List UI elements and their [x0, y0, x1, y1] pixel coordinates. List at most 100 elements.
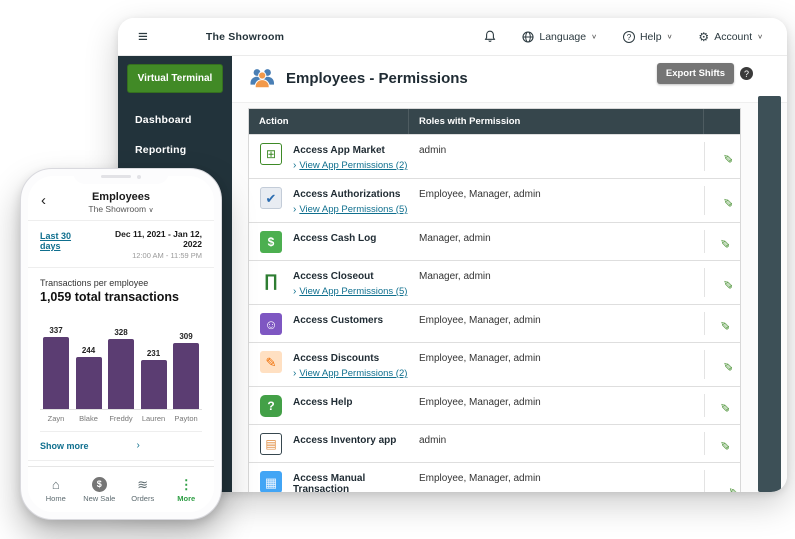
action-name: Access Customers [293, 312, 409, 326]
permissions-table: Action Roles with Permission ⊞ Access Ap… [248, 108, 741, 492]
vertical-scrollbar[interactable] [758, 96, 781, 492]
bar-chart: 337 244 328 231 [40, 314, 202, 410]
layers-icon: ≋ [137, 477, 148, 492]
edit-pencil-icon[interactable]: ✎ [710, 361, 735, 371]
roles-value: Manager, admin [409, 268, 704, 282]
bar-category-labels: Zayn Blake Freddy Lauren Payton [40, 410, 202, 432]
export-shifts-button[interactable]: Export Shifts [657, 63, 734, 84]
nav-item-more[interactable]: ⋮ More [166, 477, 206, 503]
bar-value: 328 [114, 328, 127, 337]
bar-label: Lauren [140, 414, 168, 423]
column-header-roles: Roles with Permission [409, 109, 704, 134]
cash-log-icon: $ [260, 231, 282, 253]
language-menu[interactable]: Language ∨ [522, 30, 597, 42]
chevron-right-icon: › [293, 160, 296, 171]
bar-value: 337 [49, 326, 62, 335]
view-app-permissions-link[interactable]: ›View App Permissions (2) [293, 160, 409, 171]
roles-value: Employee, Manager, admin [409, 394, 704, 408]
edit-pencil-icon[interactable]: ✎ [710, 153, 735, 163]
roles-value: admin [409, 142, 704, 156]
customers-card-icon: ☺ [260, 313, 282, 335]
transactions-chart-section: Transactions per employee 1,059 total tr… [28, 268, 214, 432]
inventory-shelf-icon: ▤ [260, 433, 282, 455]
notifications-bell-icon[interactable] [484, 28, 496, 46]
date-range: Dec 11, 2021 - Jan 12, 2022 [94, 229, 202, 249]
hamburger-menu-icon[interactable]: ≡ [138, 28, 148, 45]
account-menu[interactable]: ⚙ Account ∨ [698, 31, 763, 43]
closeout-bank-icon: ∏ [260, 269, 282, 291]
chevron-down-icon: ∨ [148, 207, 153, 214]
phone-screen: ‹ Employees The Showroom ∨ Last 30 days … [28, 176, 214, 512]
authorizations-icon: ✔ [260, 187, 282, 209]
table-row: ✎ Access Discounts ›View App Permissions… [249, 342, 740, 386]
action-name: Access App Market [293, 142, 409, 156]
roles-value: Employee, Manager, admin [409, 186, 704, 200]
help-bubble-icon: ? [260, 395, 282, 417]
bar-label: Payton [172, 414, 200, 423]
bar [173, 343, 199, 409]
roles-value: Manager, admin [409, 230, 704, 244]
edit-pencil-icon[interactable]: ✎ [710, 197, 735, 207]
chevron-right-icon: › [293, 368, 296, 379]
date-filter-row: Last 30 days Dec 11, 2021 - Jan 12, 2022… [28, 221, 214, 268]
action-name: Access Manual Transaction [293, 470, 409, 492]
screenshot-stage: ≡ The Showroom Language ∨ ? Help ∨ [0, 0, 795, 539]
last-30-days-link[interactable]: Last 30 days [40, 229, 94, 251]
merchant-selector[interactable]: The Showroom ∨ [28, 204, 214, 214]
phone-speaker [101, 175, 131, 178]
nav-item-new-sale[interactable]: $ New Sale [79, 477, 119, 503]
calculator-icon: ▦ [260, 471, 282, 492]
business-name: The Showroom [206, 31, 284, 43]
back-chevron-icon[interactable]: ‹ [41, 193, 46, 208]
roles-value: Employee, Manager, admin [409, 470, 704, 484]
bar [43, 337, 69, 409]
phone-camera [137, 175, 141, 179]
edit-pencil-icon[interactable]: ✎ [713, 402, 732, 412]
virtual-terminal-button[interactable]: Virtual Terminal [127, 64, 223, 93]
table-row: ∏ Access Closeout ›View App Permissions … [249, 260, 740, 304]
edit-pencil-icon[interactable]: ✎ [713, 440, 732, 450]
nav-item-orders[interactable]: ≋ Orders [123, 477, 163, 503]
discounts-tag-icon: ✎ [260, 351, 282, 373]
help-menu[interactable]: ? Help ∨ [623, 31, 672, 43]
time-range: 12:00 AM - 11:59 PM [94, 251, 202, 260]
view-app-permissions-link[interactable]: ›View App Permissions (5) [293, 204, 409, 215]
bar [76, 357, 102, 409]
edit-pencil-icon[interactable]: ✎ [710, 279, 735, 289]
chevron-right-icon: › [293, 204, 296, 215]
table-row: $ Access Cash Log Manager, admin ✎ [249, 222, 740, 260]
chevron-down-icon: ∨ [591, 33, 597, 40]
sidebar-item-dashboard[interactable]: Dashboard [118, 105, 232, 135]
nav-item-home[interactable]: ⌂ Home [36, 477, 76, 503]
export-help-icon[interactable]: ? [740, 67, 753, 80]
sidebar-item-reporting[interactable]: Reporting [118, 135, 232, 165]
topbar-right-group: Language ∨ ? Help ∨ ⚙ Account ∨ [484, 28, 763, 46]
globe-icon [522, 30, 534, 42]
bar-value: 244 [82, 346, 95, 355]
view-app-permissions-link[interactable]: ›View App Permissions (5) [293, 286, 409, 297]
bar [108, 339, 134, 409]
help-circle-icon: ? [623, 31, 635, 43]
table-row: ▦ Access Manual Transaction ›View App Pe… [249, 462, 740, 492]
table-row: ✔ Access Authorizations ›View App Permis… [249, 178, 740, 222]
phone-page-title: Employees [28, 191, 214, 203]
roles-value: admin [409, 432, 704, 446]
account-label: Account [714, 31, 752, 43]
edit-pencil-icon[interactable]: ✎ [705, 487, 741, 492]
table-header-row: Action Roles with Permission [249, 109, 740, 134]
language-label: Language [539, 31, 586, 43]
help-label: Help [640, 31, 662, 43]
export-shifts-group: Export Shifts ? [657, 63, 753, 84]
top-navigation-bar: ≡ The Showroom Language ∨ ? Help ∨ [118, 18, 787, 56]
table-row: ? Access Help Employee, Manager, admin ✎ [249, 386, 740, 424]
chevron-down-icon: ∨ [757, 33, 763, 40]
phone-notch [73, 169, 169, 184]
view-app-permissions-link[interactable]: ›View App Permissions (2) [293, 368, 409, 379]
show-more-link[interactable]: Show more › [28, 432, 214, 461]
edit-pencil-icon[interactable]: ✎ [713, 238, 732, 248]
home-icon: ⌂ [52, 477, 60, 492]
table-row: ⊞ Access App Market ›View App Permission… [249, 134, 740, 178]
action-name: Access Inventory app [293, 432, 409, 446]
edit-pencil-icon[interactable]: ✎ [713, 320, 732, 330]
bar-label: Blake [75, 414, 103, 423]
